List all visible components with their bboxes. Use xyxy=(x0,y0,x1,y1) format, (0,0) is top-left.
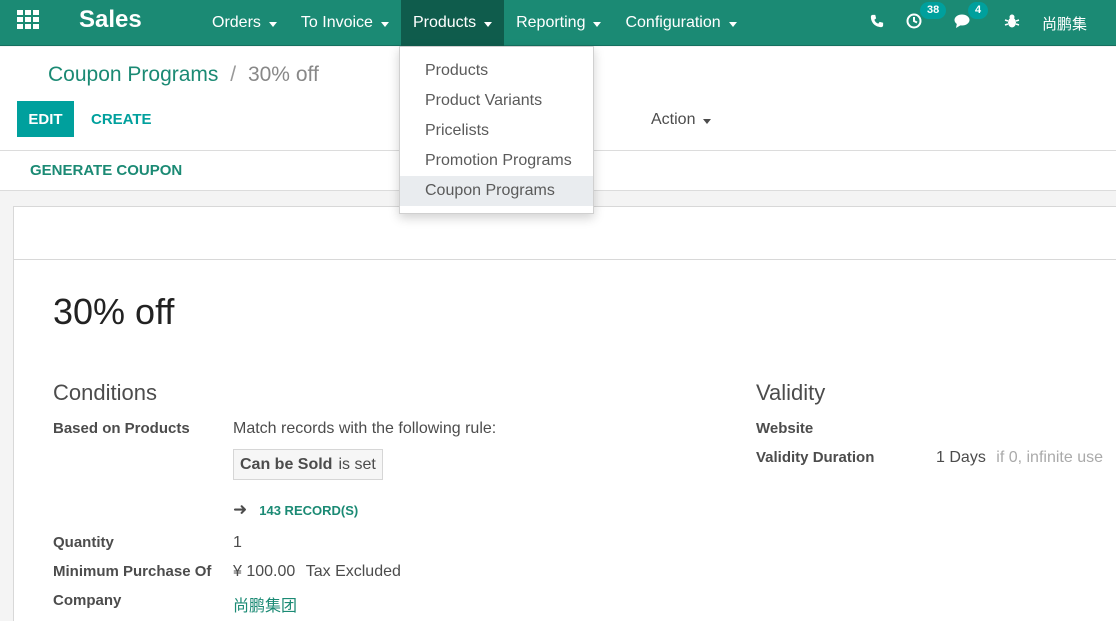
dropdown-item-pricelists[interactable]: Pricelists xyxy=(400,116,593,146)
validity-duration-label: Validity Duration xyxy=(756,449,875,466)
dropdown-item-product-variants[interactable]: Product Variants xyxy=(400,86,593,116)
company-value[interactable]: 尚鹏集团 xyxy=(233,592,297,616)
create-button[interactable]: CREATE xyxy=(91,111,152,128)
min-purchase-label: Minimum Purchase Of xyxy=(53,563,212,580)
dropdown-item-products[interactable]: Products xyxy=(400,56,593,86)
menu-orders[interactable]: Orders xyxy=(200,0,289,46)
caret-down-icon xyxy=(484,21,493,27)
duration-hint: if 0, infinite use xyxy=(996,449,1103,466)
arrow-right-icon: ➜ xyxy=(233,500,248,519)
debug-bug-icon[interactable] xyxy=(1004,13,1020,34)
menu-reporting[interactable]: Reporting xyxy=(504,0,613,46)
duration-number: 1 xyxy=(936,449,945,466)
rule-operator: is set xyxy=(338,455,376,473)
generate-coupon-button[interactable]: GENERATE COUPON xyxy=(30,162,182,179)
action-label: Action xyxy=(651,111,696,128)
menu-to-invoice[interactable]: To Invoice xyxy=(289,0,401,46)
user-menu[interactable]: 尚鹏集 xyxy=(1042,13,1087,34)
app-brand[interactable]: Sales xyxy=(79,6,142,34)
menu-products[interactable]: Products xyxy=(400,0,505,46)
top-navbar: Sales Orders To Invoice Products Reporti… xyxy=(0,0,1116,46)
rule-field: Can be Sold xyxy=(240,455,333,473)
edit-button[interactable]: EDIT xyxy=(17,101,74,137)
quantity-value: 1 xyxy=(233,534,242,551)
tax-option: Tax Excluded xyxy=(305,563,401,580)
action-dropdown[interactable]: Action xyxy=(651,111,712,129)
domain-rule-chip: Can be Sold is set xyxy=(233,449,383,480)
based-on-products-label: Based on Products xyxy=(53,420,190,437)
caret-down-icon xyxy=(380,21,389,27)
systray: 38 4 尚鹏集 xyxy=(870,0,1087,46)
menu-configuration[interactable]: Configuration xyxy=(613,0,748,46)
apps-grid-icon[interactable] xyxy=(17,10,39,29)
activity-badge: 38 xyxy=(920,1,947,19)
duration-unit: Days xyxy=(949,449,986,466)
menu-reporting-label: Reporting xyxy=(516,14,586,31)
menu-products-label: Products xyxy=(412,14,477,31)
record-title: 30% off xyxy=(53,291,175,332)
activity-clock-icon[interactable]: 38 xyxy=(906,1,947,34)
website-label: Website xyxy=(756,420,814,437)
sheet-header xyxy=(14,207,1116,260)
phone-icon[interactable] xyxy=(870,14,884,33)
caret-down-icon xyxy=(703,119,712,124)
products-dropdown-menu: Products Product Variants Pricelists Pro… xyxy=(399,46,594,214)
caret-down-icon xyxy=(268,21,277,27)
messages-badge: 4 xyxy=(968,1,989,19)
dropdown-item-coupon-programs[interactable]: Coupon Programs xyxy=(400,176,593,206)
menu-to-invoice-label: To Invoice xyxy=(300,14,373,31)
menu-configuration-label: Configuration xyxy=(625,14,721,31)
records-link[interactable]: ➜ 143 RECORD(S) xyxy=(233,500,358,520)
rule-text: Match records with the following rule: xyxy=(233,420,497,437)
dropdown-item-promotion-programs[interactable]: Promotion Programs xyxy=(400,146,593,176)
menu-orders-label: Orders xyxy=(212,14,261,31)
company-label: Company xyxy=(53,592,122,609)
breadcrumb-separator: / xyxy=(230,63,237,86)
caret-down-icon xyxy=(593,21,602,27)
messages-icon[interactable]: 4 xyxy=(954,1,989,34)
caret-down-icon xyxy=(728,21,737,27)
form-sheet: 30% off Conditions Based on Products Mat… xyxy=(13,206,1116,621)
conditions-heading: Conditions xyxy=(53,380,157,405)
validity-heading: Validity xyxy=(756,380,826,405)
records-count: 143 RECORD(S) xyxy=(259,502,359,518)
breadcrumb-coupon-programs[interactable]: Coupon Programs xyxy=(48,63,218,86)
main-menu: Orders To Invoice Products Reporting Con… xyxy=(200,0,749,46)
breadcrumb: Coupon Programs / 30% off xyxy=(48,63,319,87)
quantity-label: Quantity xyxy=(53,534,114,551)
validity-duration-value: 1 Days if 0, infinite use xyxy=(936,449,1103,467)
min-purchase-value: ¥ 100.00 Tax Excluded xyxy=(233,563,401,581)
breadcrumb-current: 30% off xyxy=(247,63,319,86)
min-purchase-amount: ¥ 100.00 xyxy=(233,563,296,580)
